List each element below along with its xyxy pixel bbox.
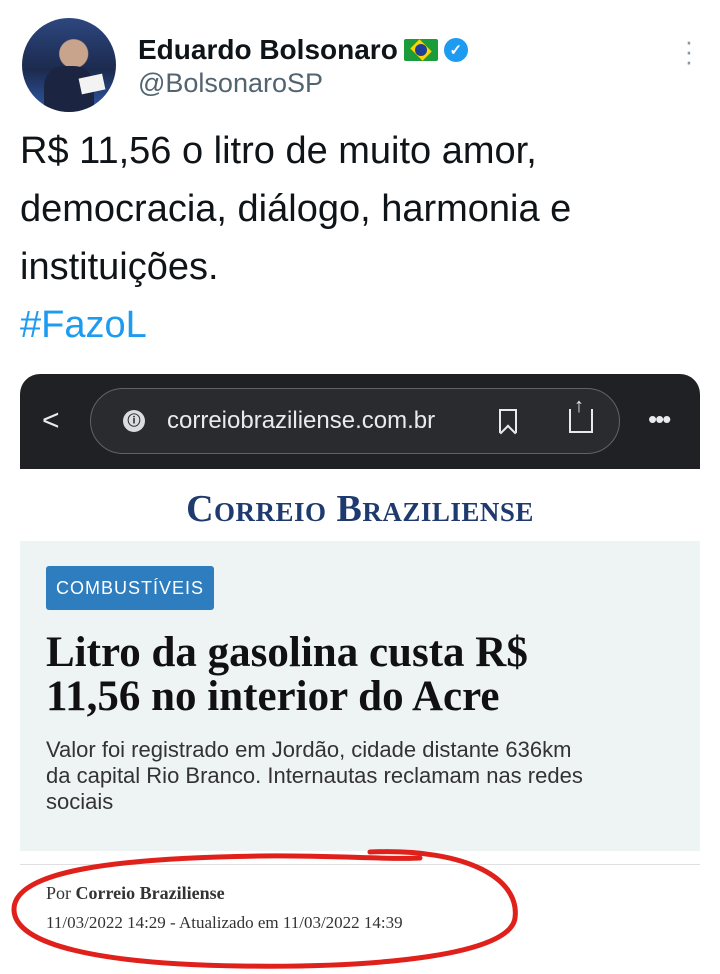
article-subtitle: Valor foi registrado em Jordão, cidade d… <box>46 737 686 815</box>
browser-toolbar: < ⓘ correiobraziliense.com.br ••• <box>20 374 700 469</box>
back-icon[interactable]: < <box>42 404 60 438</box>
avatar[interactable] <box>22 18 116 112</box>
site-logo[interactable]: Correio Braziliense <box>20 487 700 531</box>
headline-line: Litro da gasolina custa R$ <box>46 629 528 676</box>
attached-screenshot[interactable]: < ⓘ correiobraziliense.com.br ••• Correi… <box>20 374 700 974</box>
subtitle-line: Valor foi registrado em Jordão, cidade d… <box>46 737 572 762</box>
byline-author: Correio Braziliense <box>75 883 225 903</box>
tweet-text: R$ 11,56 o litro de muito amor, democrac… <box>20 122 700 354</box>
article-headline: Litro da gasolina custa R$ 11,56 no inte… <box>46 631 686 719</box>
more-icon[interactable]: · · · <box>684 28 694 74</box>
subtitle-line: sociais <box>46 789 114 814</box>
tweet-text-line: R$ 11,56 o litro de muito amor, <box>20 130 537 172</box>
subtitle-line: da capital Rio Branco. Internautas recla… <box>46 763 583 788</box>
tweet-text-line: democracia, diálogo, harmonia e <box>20 188 572 230</box>
address-bar[interactable]: ⓘ correiobraziliense.com.br <box>90 388 620 454</box>
headline-line: 11,56 no interior do Acre <box>46 673 500 720</box>
byline: Por Correio Braziliense <box>46 883 225 904</box>
byline-prefix: Por <box>46 883 72 903</box>
tweet-header: Eduardo Bolsonaro ✓ @BolsonaroSP · · · <box>22 18 700 118</box>
byline-section: Por Correio Braziliense 11/03/2022 14:29… <box>20 864 700 974</box>
hashtag-link[interactable]: #FazoL <box>20 296 700 354</box>
bookmark-icon[interactable] <box>499 409 517 433</box>
url-text[interactable]: correiobraziliense.com.br <box>167 407 435 435</box>
dateline: 11/03/2022 14:29 - Atualizado em 11/03/2… <box>46 913 403 932</box>
article-header: COMBUSTÍVEIS Litro da gasolina custa R$ … <box>20 541 700 851</box>
flag-icon <box>403 39 438 61</box>
tweet-text-line: instituições. <box>20 246 219 288</box>
author-name[interactable]: Eduardo Bolsonaro <box>138 34 398 66</box>
site-info-icon[interactable]: ⓘ <box>123 410 145 432</box>
author-block: Eduardo Bolsonaro ✓ @BolsonaroSP <box>138 34 468 99</box>
share-icon[interactable] <box>569 395 593 433</box>
menu-icon[interactable]: ••• <box>648 404 671 435</box>
category-badge[interactable]: COMBUSTÍVEIS <box>46 566 215 610</box>
author-handle[interactable]: @BolsonaroSP <box>138 68 468 99</box>
verified-icon: ✓ <box>443 38 468 62</box>
site-masthead: Correio Braziliense <box>20 469 700 542</box>
author-name-row[interactable]: Eduardo Bolsonaro ✓ <box>138 34 468 66</box>
